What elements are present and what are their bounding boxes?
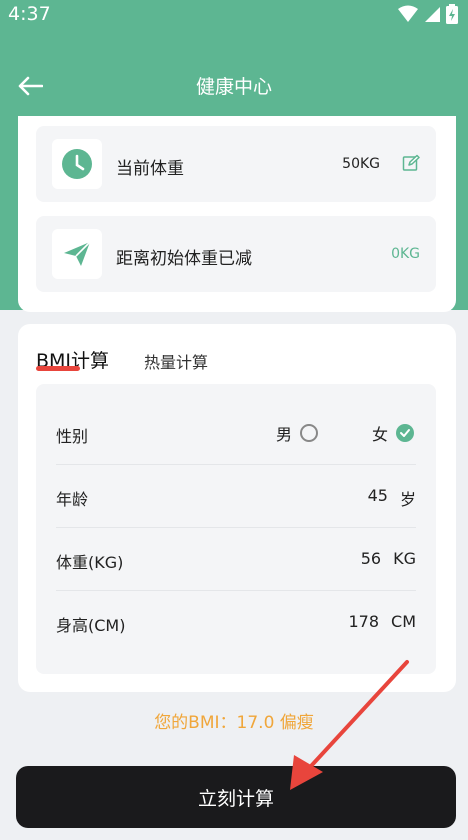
weight-unit: KG [393, 549, 416, 568]
page-title: 健康中心 [195, 76, 272, 98]
gender-row: 性别 男 女 [56, 402, 416, 465]
current-weight-row: 当前体重 50KG [36, 126, 436, 202]
weight-summary-card: 当前体重 50KG 距离初始体重已减 0KG [18, 116, 456, 312]
status-time: 4:37 [8, 3, 51, 25]
weight-value[interactable]: 56 KG [361, 549, 416, 568]
radio-unchecked-icon [300, 424, 319, 442]
edit-icon[interactable] [402, 154, 420, 172]
weight-number: 56 [360, 549, 382, 568]
gender-male-radio[interactable]: 男 [276, 421, 319, 445]
weight-label: 体重(KG) [56, 553, 124, 572]
signal-icon [425, 7, 440, 22]
height-value[interactable]: 178 CM [348, 612, 416, 631]
male-label: 男 [276, 425, 293, 444]
app-bar: 健康中心 [0, 58, 468, 114]
weight-lost-value: 0KG [391, 246, 420, 262]
calculate-button[interactable]: 立刻计算 [16, 766, 456, 828]
current-weight-value: 50KG [342, 156, 380, 172]
bmi-form: 性别 男 女 年龄 45 岁 体重(KG) 56 KG 身高(CM) 178 C… [36, 384, 436, 674]
paper-plane-icon [64, 241, 91, 266]
height-number: 178 [348, 612, 380, 631]
wifi-icon [398, 5, 418, 22]
age-value[interactable]: 45 岁 [368, 486, 416, 510]
tab-heat[interactable]: 热量计算 [144, 349, 208, 373]
height-unit: CM [391, 612, 416, 631]
battery-icon [446, 4, 458, 24]
gender-label: 性别 [56, 427, 89, 446]
age-label: 年龄 [56, 490, 89, 509]
gender-female-radio[interactable]: 女 [372, 421, 415, 445]
calculator-card: BMI计算 热量计算 性别 男 女 年龄 45 岁 体重(KG) 56 KG 身… [18, 324, 456, 692]
status-icons [398, 4, 458, 24]
weight-lost-row: 距离初始体重已减 0KG [36, 216, 436, 292]
current-weight-label: 当前体重 [116, 159, 184, 179]
tab-bmi-underline [36, 366, 80, 371]
weight-row[interactable]: 体重(KG) 56 KG [56, 528, 416, 591]
bmi-result: 您的BMI：17.0 偏瘦 [154, 713, 314, 733]
radio-checked-icon [396, 424, 415, 442]
clock-icon [62, 149, 92, 179]
age-number: 45 [367, 486, 388, 505]
clock-icon-box [52, 139, 102, 189]
age-unit: 岁 [399, 490, 416, 509]
weight-lost-label: 距离初始体重已减 [116, 249, 252, 269]
age-row[interactable]: 年龄 45 岁 [56, 465, 416, 528]
paper-plane-icon-box [52, 229, 102, 279]
status-bar: 4:37 [0, 0, 468, 28]
female-label: 女 [372, 425, 389, 444]
height-row[interactable]: 身高(CM) 178 CM [56, 591, 416, 654]
height-label: 身高(CM) [56, 616, 126, 635]
